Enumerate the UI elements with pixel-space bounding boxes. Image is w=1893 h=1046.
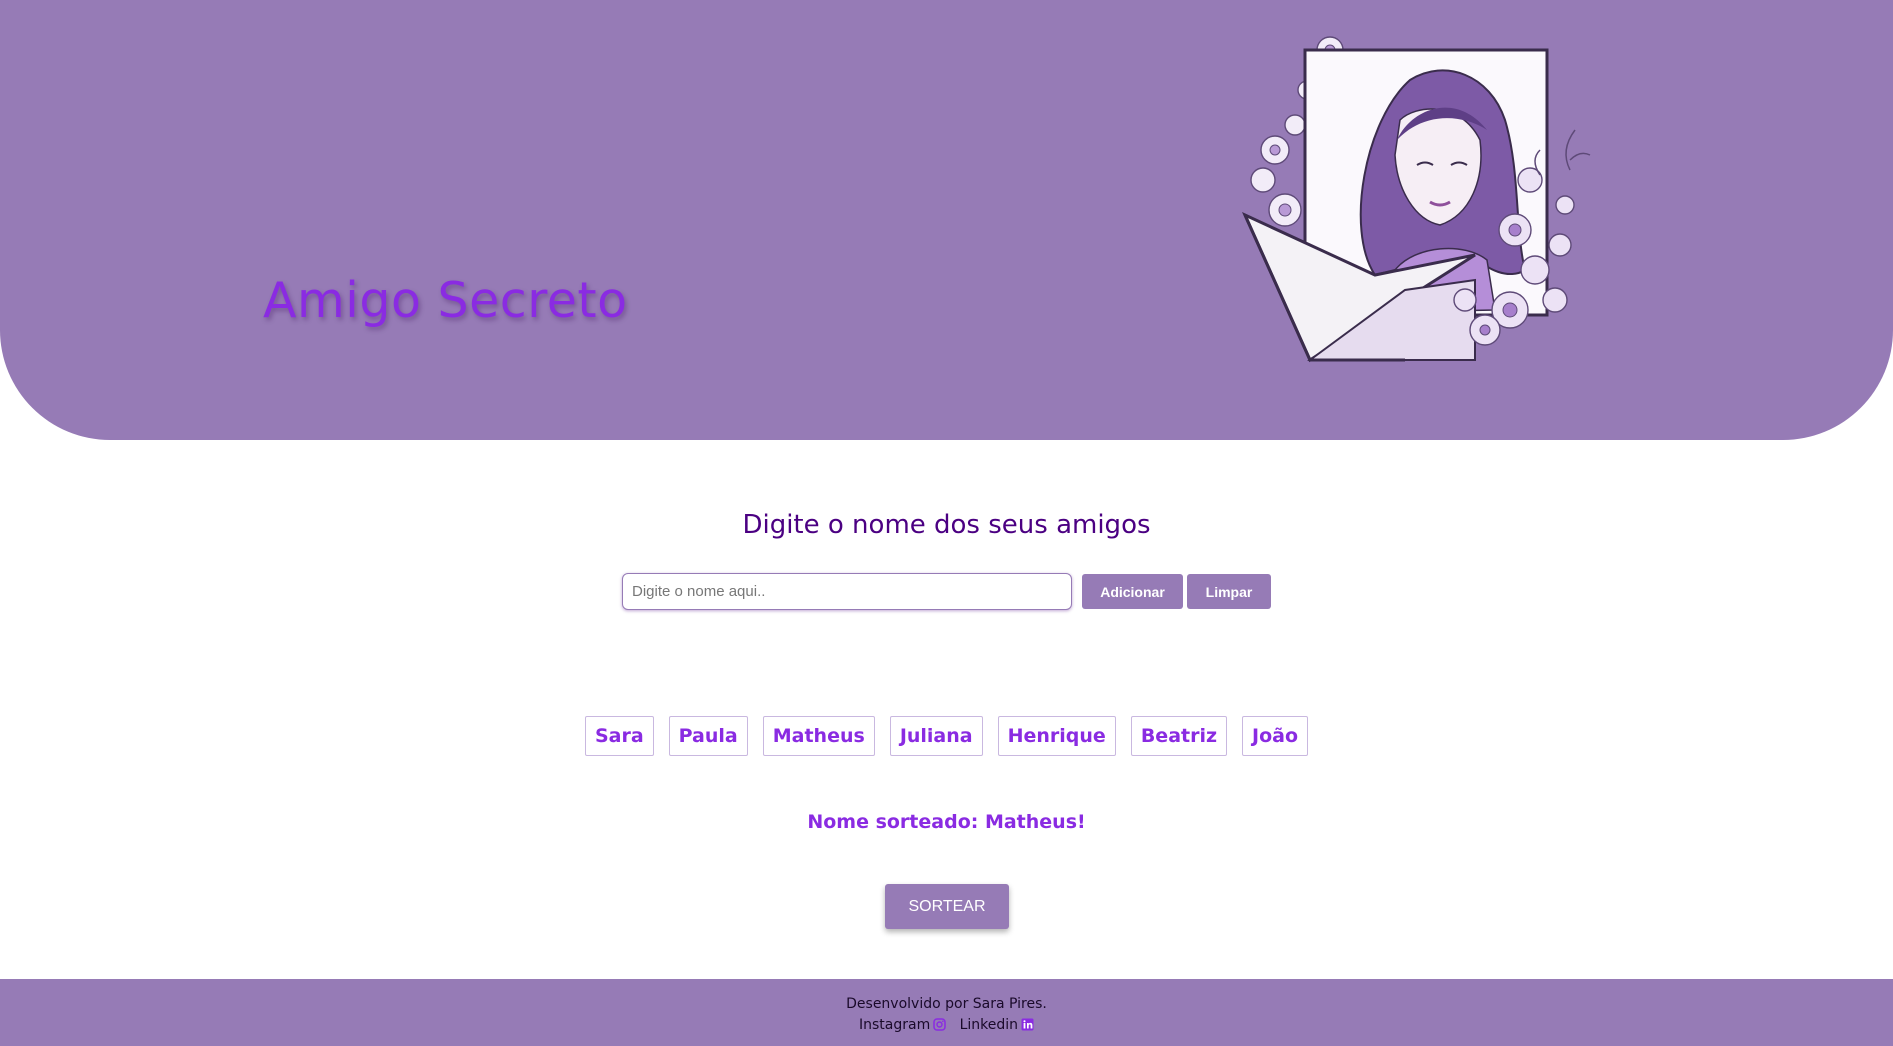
footer-credit: Desenvolvido por Sara Pires. <box>846 996 1047 1012</box>
friend-item: Paula <box>668 716 748 756</box>
section-title: Digite o nome dos seus amigos <box>742 510 1151 540</box>
draw-button[interactable]: SORTEAR <box>885 884 1009 929</box>
friend-item: Sara <box>584 716 654 756</box>
header-banner: Amigo Secreto <box>0 0 1893 440</box>
woman-envelope-illustration <box>1241 36 1591 363</box>
draw-result: Nome sorteado: Matheus! <box>807 811 1086 833</box>
friends-list: Sara Paula Matheus Juliana Henrique Beat… <box>0 716 1893 756</box>
linkedin-icon <box>1021 1018 1034 1031</box>
friend-item: Beatriz <box>1130 716 1228 756</box>
linkedin-link[interactable]: Linkedin <box>960 1017 1034 1033</box>
linkedin-label: Linkedin <box>959 1017 1019 1033</box>
friend-name-input[interactable] <box>622 573 1072 610</box>
instagram-label: Instagram <box>858 1017 931 1033</box>
instagram-icon <box>933 1018 946 1031</box>
footer-social-links: Instagram Linkedin <box>0 1017 1893 1033</box>
clear-button[interactable]: Limpar <box>1187 574 1271 609</box>
page-title: Amigo Secreto <box>263 272 628 329</box>
add-button[interactable]: Adicionar <box>1082 574 1183 609</box>
instagram-link[interactable]: Instagram <box>859 1017 946 1033</box>
footer: Desenvolvido por Sara Pires. Instagram L… <box>0 979 1893 1046</box>
friend-item: Henrique <box>997 716 1116 756</box>
friend-item: João <box>1242 716 1309 756</box>
friend-item: Matheus <box>762 716 875 756</box>
friend-item: Juliana <box>889 716 983 756</box>
